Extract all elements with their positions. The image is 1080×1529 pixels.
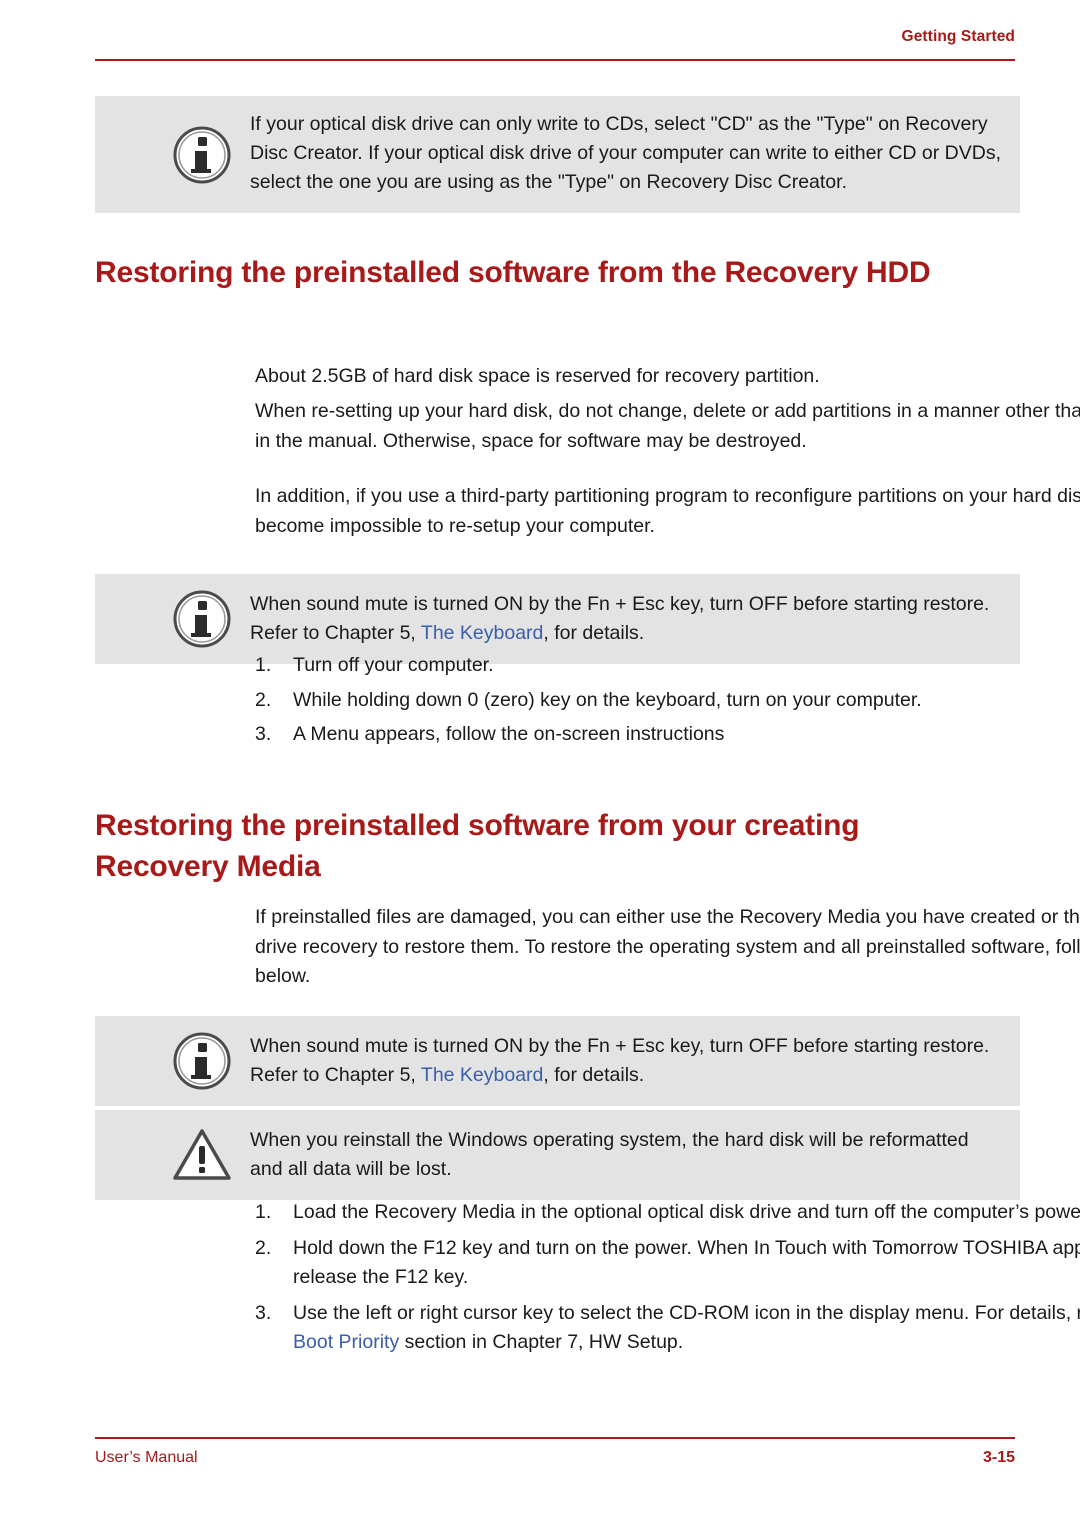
footer-manual-label: User’s Manual — [95, 1449, 198, 1466]
note-text: If your optical disk drive can only writ… — [250, 113, 1002, 193]
section1-paragraph-3: In addition, if you use a third-party pa… — [255, 485, 1080, 537]
list-item-number: 1. — [255, 654, 272, 676]
list-item: 2. While holding down 0 (zero) key on th… — [255, 686, 1080, 716]
list-item-text: Turn off your computer. — [293, 654, 494, 676]
header-divider — [95, 59, 1015, 61]
caution-box-reinstall: When you reinstall the Windows operating… — [95, 1110, 1020, 1200]
list-item-text-before: Use the left or right cursor key to sele… — [293, 1301, 1080, 1324]
list-item: 1. Turn off your computer. — [255, 651, 1080, 681]
warning-icon — [173, 1126, 231, 1184]
section2-steps: 1. Load the Recovery Media in the option… — [95, 1198, 1080, 1358]
section1-paragraph-1: About 2.5GB of hard disk space is reserv… — [255, 365, 820, 387]
document-page: Getting Started If your optical disk dri… — [0, 0, 1080, 1529]
info-icon — [173, 1032, 231, 1090]
page-footer: User’s Manual 3-15 — [95, 1437, 1015, 1477]
list-item: 3. Use the left or right cursor key to s… — [255, 1299, 1080, 1358]
note-text-after: , for details. — [543, 622, 645, 644]
page-title-section-2: Restoring the preinstalled software from… — [95, 809, 860, 883]
link-the-keyboard[interactable]: The Keyboard — [421, 1064, 544, 1086]
list-item-number: 3. — [255, 723, 272, 745]
page-title-section-1: Restoring the preinstalled software from… — [95, 256, 931, 289]
note-text: When sound mute is turned ON by the Fn +… — [250, 590, 1002, 648]
list-item-text: Use the left or right cursor key to sele… — [293, 1302, 1080, 1354]
note-text-after: , for details. — [543, 1064, 645, 1086]
section1-paragraph-2: When re-setting up your hard disk, do no… — [255, 400, 1080, 452]
list-item-text: Load the Recovery Media in the optional … — [293, 1201, 1080, 1223]
list-item-text-after: section in Chapter 7, HW Setup. — [399, 1331, 684, 1353]
header-title: Getting Started — [901, 28, 1015, 45]
footer-divider — [95, 1437, 1015, 1439]
list-item-text: Hold down the F12 key and turn on the po… — [293, 1236, 1080, 1289]
link-boot-priority[interactable]: Boot Priority — [293, 1331, 399, 1353]
info-icon — [173, 590, 231, 648]
list-item: 3. A Menu appears, follow the on-screen … — [255, 720, 1080, 750]
section1-steps: 1. Turn off your computer. 2. While hold… — [95, 651, 1080, 750]
section2-paragraph-1: If preinstalled files are damaged, you c… — [255, 906, 1080, 987]
list-item-text: A Menu appears, follow the on-screen ins… — [293, 723, 725, 745]
note-text: When sound mute is turned ON by the Fn +… — [250, 1032, 1002, 1090]
list-item-number: 2. — [255, 1236, 272, 1259]
note-box-optical-drive: If your optical disk drive can only writ… — [95, 96, 1020, 213]
list-item-number: 1. — [255, 1201, 272, 1223]
list-item: 1. Load the Recovery Media in the option… — [255, 1198, 1080, 1228]
caution-text: When you reinstall the Windows operating… — [250, 1129, 969, 1180]
link-the-keyboard[interactable]: The Keyboard — [421, 622, 544, 644]
list-item-number: 2. — [255, 688, 272, 711]
footer-page-number: 3-15 — [982, 1449, 1015, 1466]
info-icon — [173, 126, 231, 184]
note-box-sound-mute-2: When sound mute is turned ON by the Fn +… — [95, 1016, 1020, 1106]
list-item: 2. Hold down the F12 key and turn on the… — [255, 1234, 1080, 1293]
list-item-text: While holding down 0 (zero) key on the k… — [293, 688, 922, 711]
list-item-number: 3. — [255, 1301, 272, 1324]
page-header: Getting Started — [95, 28, 1015, 68]
